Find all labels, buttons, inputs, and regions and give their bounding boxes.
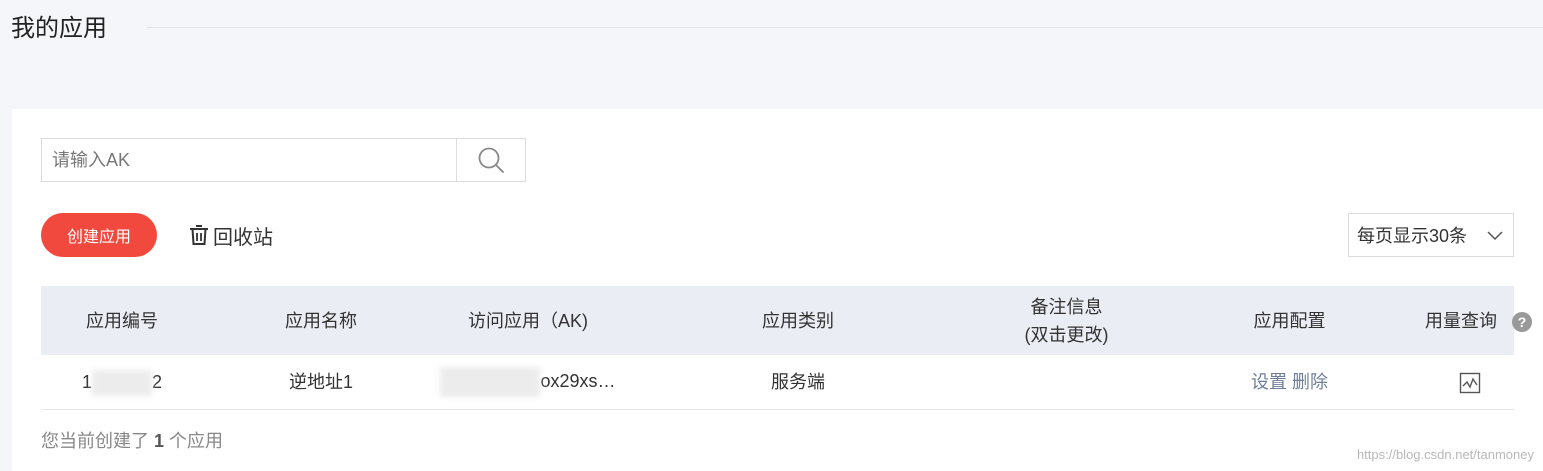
table-row: 12 逆地址1 ox29xs… 服务端 设置 删除 bbox=[41, 355, 1514, 410]
create-app-button[interactable]: 创建应用 bbox=[41, 213, 157, 257]
trash-icon bbox=[190, 225, 208, 245]
cell-app-id: 12 bbox=[41, 368, 203, 397]
search-input[interactable] bbox=[42, 139, 456, 181]
chart-icon[interactable] bbox=[1459, 372, 1481, 394]
col-header-usage-label: 用量查询 bbox=[1425, 310, 1497, 331]
ak-visible: ox29xs… bbox=[540, 370, 616, 391]
chevron-down-icon bbox=[1487, 231, 1503, 241]
cell-ak: ox29xs… bbox=[439, 367, 617, 398]
app-id-prefix: 1 bbox=[81, 371, 92, 392]
app-id-suffix: 2 bbox=[152, 371, 163, 392]
apps-table: 应用编号 应用名称 访问应用（AK) 应用类别 备注信息 (双击更改) 应用配置… bbox=[41, 286, 1533, 410]
app-count: 1 bbox=[154, 431, 165, 451]
delete-link[interactable]: 删除 bbox=[1292, 372, 1328, 392]
col-header-ak: 访问应用（AK) bbox=[467, 310, 588, 331]
search-button[interactable] bbox=[456, 139, 525, 181]
col-header-note-title: 备注信息 bbox=[1030, 296, 1103, 317]
col-header-note: 备注信息 (双击更改) bbox=[979, 293, 1154, 349]
col-header-category: 应用类别 bbox=[762, 310, 834, 331]
recycle-bin-label: 回收站 bbox=[213, 226, 273, 249]
table-header: 应用编号 应用名称 访问应用（AK) 应用类别 备注信息 (双击更改) 应用配置… bbox=[41, 286, 1533, 355]
page-size-select[interactable]: 每页显示30条 bbox=[1348, 213, 1514, 257]
search-box bbox=[41, 138, 526, 182]
col-header-note-hint: (双击更改) bbox=[1024, 324, 1109, 345]
app-count-suffix: 个应用 bbox=[169, 431, 224, 451]
title-divider bbox=[147, 27, 1543, 28]
watermark: https://blog.csdn.net/tanmoney bbox=[1356, 447, 1534, 462]
cell-config: 设置 删除 bbox=[1154, 368, 1425, 396]
cell-category: 服务端 bbox=[771, 372, 825, 392]
settings-link[interactable]: 设置 bbox=[1251, 372, 1287, 392]
page-size-value: 每页显示30条 bbox=[1357, 226, 1468, 246]
redaction-mask bbox=[92, 370, 152, 397]
col-header-id: 应用编号 bbox=[86, 310, 158, 331]
svg-text:?: ? bbox=[1518, 314, 1527, 330]
page-title: 我的应用 bbox=[11, 15, 107, 42]
col-header-name: 应用名称 bbox=[285, 310, 357, 331]
col-header-usage: 用量查询 ? bbox=[1425, 307, 1533, 335]
recycle-bin-link[interactable]: 回收站 bbox=[189, 221, 273, 249]
app-count-prefix: 您当前创建了 bbox=[41, 431, 149, 451]
cell-app-name: 逆地址1 bbox=[288, 372, 353, 392]
help-icon[interactable]: ? bbox=[1512, 311, 1533, 332]
col-header-config: 应用配置 bbox=[1253, 310, 1326, 331]
app-count-note: 您当前创建了 1 个应用 bbox=[41, 427, 223, 453]
redaction-mask bbox=[440, 367, 541, 398]
search-icon bbox=[478, 147, 504, 173]
cell-usage bbox=[1425, 368, 1514, 396]
